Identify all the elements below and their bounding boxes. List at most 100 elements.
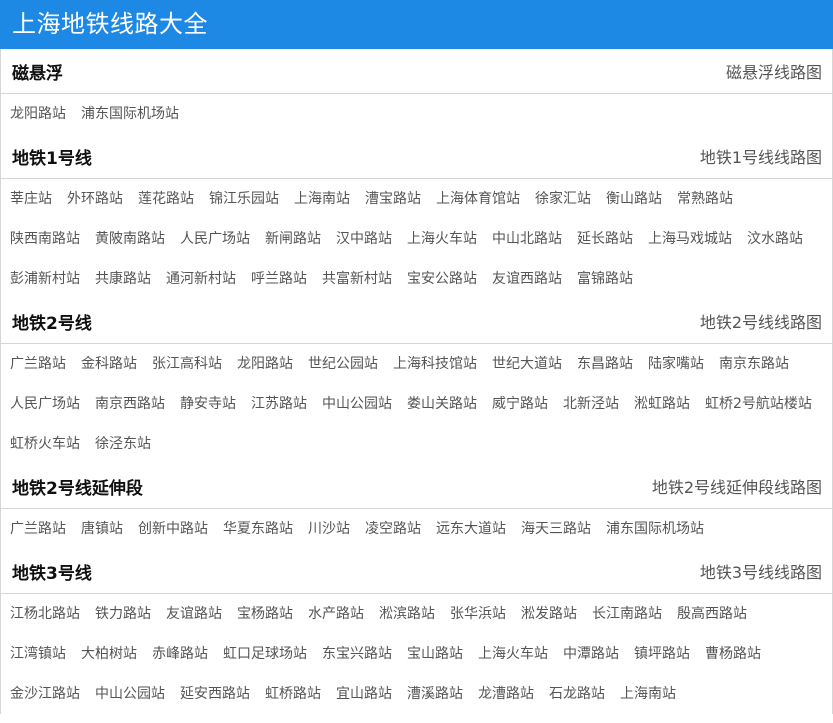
station-link[interactable]: 威宁路站 bbox=[492, 384, 548, 424]
station-link[interactable]: 黄陂南路站 bbox=[95, 219, 165, 259]
station-link[interactable]: 上海科技馆站 bbox=[393, 344, 477, 384]
station-link[interactable]: 徐泾东站 bbox=[95, 424, 151, 464]
station-link[interactable]: 人民广场站 bbox=[180, 219, 250, 259]
station-link[interactable]: 龙阳路站 bbox=[10, 94, 66, 134]
station-link[interactable]: 娄山关路站 bbox=[407, 384, 477, 424]
station-link[interactable]: 莲花路站 bbox=[138, 179, 194, 219]
station-link[interactable]: 赤峰路站 bbox=[152, 634, 208, 674]
station-link[interactable]: 陆家嘴站 bbox=[648, 344, 704, 384]
station-link[interactable]: 宜山路站 bbox=[336, 674, 392, 714]
station-link[interactable]: 殷高西路站 bbox=[677, 594, 747, 634]
station-link[interactable]: 常熟路站 bbox=[677, 179, 733, 219]
station-link[interactable]: 曹杨路站 bbox=[705, 634, 761, 674]
station-link[interactable]: 广兰路站 bbox=[10, 509, 66, 549]
station-link[interactable]: 汉中路站 bbox=[336, 219, 392, 259]
station-link[interactable]: 海天三路站 bbox=[521, 509, 591, 549]
station-link[interactable]: 淞虹路站 bbox=[634, 384, 690, 424]
station-link[interactable]: 石龙路站 bbox=[549, 674, 605, 714]
station-link[interactable]: 漕宝路站 bbox=[365, 179, 421, 219]
station-link[interactable]: 宝安公路站 bbox=[407, 259, 477, 299]
station-link[interactable]: 江杨北路站 bbox=[10, 594, 80, 634]
station-link[interactable]: 延长路站 bbox=[577, 219, 633, 259]
line-section: 地铁1号线 地铁1号线线路图 莘庄站 外环路站 莲花路站 锦江乐园站 上海南站 漕宝路站 上海体… bbox=[1, 134, 832, 299]
station-link[interactable]: 上海体育馆站 bbox=[436, 179, 520, 219]
station-link[interactable]: 友谊西路站 bbox=[492, 259, 562, 299]
page-header: 上海地铁线路大全 bbox=[0, 0, 833, 49]
station-link[interactable]: 浦东国际机场站 bbox=[81, 94, 179, 134]
station-list: 广兰路站 唐镇站 创新中路站 华夏东路站 川沙站 凌空路站 远东大道站 海天三路站 浦东国际机场… bbox=[1, 509, 832, 549]
station-link[interactable]: 彭浦新村站 bbox=[10, 259, 80, 299]
station-link[interactable]: 张江高科站 bbox=[152, 344, 222, 384]
station-link[interactable]: 上海火车站 bbox=[407, 219, 477, 259]
station-link[interactable]: 人民广场站 bbox=[10, 384, 80, 424]
station-link[interactable]: 唐镇站 bbox=[81, 509, 123, 549]
station-link[interactable]: 创新中路站 bbox=[138, 509, 208, 549]
station-link[interactable]: 长江南路站 bbox=[592, 594, 662, 634]
station-link[interactable]: 静安寺站 bbox=[180, 384, 236, 424]
station-link[interactable]: 川沙站 bbox=[308, 509, 350, 549]
station-link[interactable]: 张华浜站 bbox=[450, 594, 506, 634]
station-link[interactable]: 北新泾站 bbox=[563, 384, 619, 424]
station-link[interactable]: 共富新村站 bbox=[322, 259, 392, 299]
line-section: 地铁3号线 地铁3号线线路图 江杨北路站 铁力路站 友谊路站 宝杨路站 水产路站 淞滨路站 张华… bbox=[1, 549, 832, 714]
line-header: 地铁2号线 地铁2号线线路图 bbox=[1, 299, 832, 344]
station-link[interactable]: 友谊路站 bbox=[166, 594, 222, 634]
station-link[interactable]: 富锦路站 bbox=[577, 259, 633, 299]
station-link[interactable]: 宝杨路站 bbox=[237, 594, 293, 634]
station-link[interactable]: 通河新村站 bbox=[166, 259, 236, 299]
station-link[interactable]: 延安西路站 bbox=[180, 674, 250, 714]
station-link[interactable]: 淞滨路站 bbox=[379, 594, 435, 634]
station-link[interactable]: 淞发路站 bbox=[521, 594, 577, 634]
station-link[interactable]: 广兰路站 bbox=[10, 344, 66, 384]
station-link[interactable]: 外环路站 bbox=[67, 179, 123, 219]
station-link[interactable]: 远东大道站 bbox=[436, 509, 506, 549]
station-link[interactable]: 中潭路站 bbox=[563, 634, 619, 674]
station-link[interactable]: 虹口足球场站 bbox=[223, 634, 307, 674]
station-link[interactable]: 上海马戏城站 bbox=[648, 219, 732, 259]
line-map-link[interactable]: 地铁2号线线路图 bbox=[700, 309, 822, 333]
station-link[interactable]: 中山公园站 bbox=[322, 384, 392, 424]
station-link[interactable]: 陕西南路站 bbox=[10, 219, 80, 259]
station-link[interactable]: 虹桥2号航站楼站 bbox=[705, 384, 812, 424]
station-link[interactable]: 东昌路站 bbox=[577, 344, 633, 384]
station-link[interactable]: 上海火车站 bbox=[478, 634, 548, 674]
station-link[interactable]: 水产路站 bbox=[308, 594, 364, 634]
line-map-link[interactable]: 地铁1号线线路图 bbox=[700, 144, 822, 168]
station-link[interactable]: 漕溪路站 bbox=[407, 674, 463, 714]
station-link[interactable]: 汶水路站 bbox=[747, 219, 803, 259]
station-link[interactable]: 上海南站 bbox=[620, 674, 676, 714]
station-link[interactable]: 龙阳路站 bbox=[237, 344, 293, 384]
station-link[interactable]: 共康路站 bbox=[95, 259, 151, 299]
station-link[interactable]: 东宝兴路站 bbox=[322, 634, 392, 674]
station-link[interactable]: 江苏路站 bbox=[251, 384, 307, 424]
station-link[interactable]: 南京西路站 bbox=[95, 384, 165, 424]
station-link[interactable]: 南京东路站 bbox=[719, 344, 789, 384]
station-link[interactable]: 华夏东路站 bbox=[223, 509, 293, 549]
station-link[interactable]: 衡山路站 bbox=[606, 179, 662, 219]
station-link[interactable]: 中山公园站 bbox=[95, 674, 165, 714]
station-link[interactable]: 江湾镇站 bbox=[10, 634, 66, 674]
station-link[interactable]: 世纪大道站 bbox=[492, 344, 562, 384]
station-link[interactable]: 金沙江路站 bbox=[10, 674, 80, 714]
station-link[interactable]: 龙漕路站 bbox=[478, 674, 534, 714]
line-map-link[interactable]: 地铁3号线线路图 bbox=[700, 559, 822, 583]
station-link[interactable]: 铁力路站 bbox=[95, 594, 151, 634]
station-link[interactable]: 虹桥火车站 bbox=[10, 424, 80, 464]
line-map-link[interactable]: 地铁2号线延伸段线路图 bbox=[652, 474, 822, 498]
station-link[interactable]: 宝山路站 bbox=[407, 634, 463, 674]
station-link[interactable]: 徐家汇站 bbox=[535, 179, 591, 219]
station-link[interactable]: 锦江乐园站 bbox=[209, 179, 279, 219]
station-link[interactable]: 浦东国际机场站 bbox=[606, 509, 704, 549]
station-link[interactable]: 世纪公园站 bbox=[308, 344, 378, 384]
station-link[interactable]: 中山北路站 bbox=[492, 219, 562, 259]
station-link[interactable]: 金科路站 bbox=[81, 344, 137, 384]
line-map-link[interactable]: 磁悬浮线路图 bbox=[726, 59, 822, 83]
station-link[interactable]: 大柏树站 bbox=[81, 634, 137, 674]
station-link[interactable]: 凌空路站 bbox=[365, 509, 421, 549]
station-link[interactable]: 镇坪路站 bbox=[634, 634, 690, 674]
station-link[interactable]: 呼兰路站 bbox=[251, 259, 307, 299]
station-link[interactable]: 莘庄站 bbox=[10, 179, 52, 219]
station-link[interactable]: 上海南站 bbox=[294, 179, 350, 219]
station-link[interactable]: 虹桥路站 bbox=[265, 674, 321, 714]
station-link[interactable]: 新闸路站 bbox=[265, 219, 321, 259]
